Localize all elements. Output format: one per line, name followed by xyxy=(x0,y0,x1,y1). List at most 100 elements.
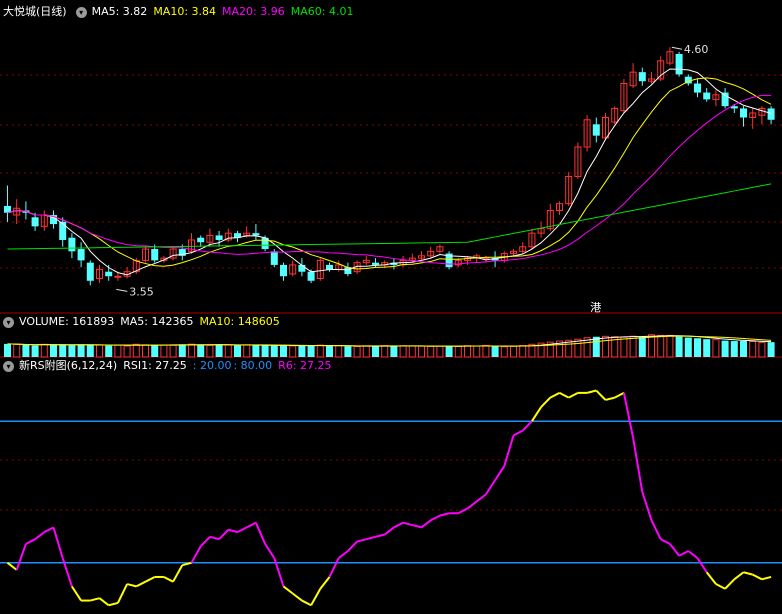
volume-bar xyxy=(123,345,131,358)
volume-bar xyxy=(629,335,637,358)
candle-body xyxy=(592,124,600,136)
rsi-segment xyxy=(356,538,367,543)
rsi-segment xyxy=(228,528,238,534)
volume-bar xyxy=(270,345,278,357)
candle-body xyxy=(307,271,315,281)
volume-bar xyxy=(675,336,683,357)
vol-ma5-value: MA5: 142365 xyxy=(120,315,194,328)
volume-bar xyxy=(638,336,646,357)
volume-bar xyxy=(261,345,269,357)
volume-bar xyxy=(151,344,159,357)
stock-title[interactable]: 大悦城(日线) xyxy=(3,4,67,20)
volume-bar xyxy=(252,345,260,357)
candle-body xyxy=(675,54,683,75)
rsi-segment xyxy=(15,543,27,571)
volume-bar xyxy=(399,345,407,358)
volume-bar xyxy=(114,344,122,358)
rsi-segment xyxy=(254,522,267,545)
candle-body xyxy=(68,237,76,252)
ma20-value: MA20: 3.96 xyxy=(222,5,285,18)
ma10-value: MA10: 3.84 xyxy=(153,5,217,18)
volume-header: ▾ VOLUME: 161893 MA5: 142365 MA10: 14860… xyxy=(0,314,286,330)
volume-bar xyxy=(77,344,85,357)
volume-bar xyxy=(188,343,195,358)
candle-body xyxy=(326,264,333,270)
rsi-segment xyxy=(457,507,468,515)
volume-bar xyxy=(160,344,168,358)
volume-bar xyxy=(224,344,232,358)
volume-bar xyxy=(666,334,674,358)
volume-bar xyxy=(59,344,67,357)
rsi-segment xyxy=(641,491,653,521)
rsi-segment xyxy=(715,583,726,590)
volume-bar xyxy=(344,346,352,357)
rsi-segment xyxy=(752,573,763,581)
rsi-segment xyxy=(531,406,542,422)
rsi-segment xyxy=(135,580,146,588)
chevron-down-icon[interactable]: ▾ xyxy=(75,6,87,18)
volume-bar xyxy=(620,336,628,358)
volume-bar xyxy=(31,345,39,357)
volume-bar xyxy=(408,345,416,358)
candle-body xyxy=(280,264,287,277)
volume-bar xyxy=(335,345,343,358)
candle-body xyxy=(703,92,711,100)
volume-bar xyxy=(105,345,113,357)
price-panel[interactable] xyxy=(4,46,775,292)
volume-bar xyxy=(280,345,287,357)
rsi-segment xyxy=(172,564,184,583)
volume-bar xyxy=(22,344,30,357)
ma20-line xyxy=(7,94,772,265)
rsi-segment xyxy=(743,571,753,576)
rsi-segment xyxy=(319,576,331,590)
rsi-segment xyxy=(366,535,376,541)
volume-bar xyxy=(372,346,379,357)
volume-panel[interactable] xyxy=(4,334,775,358)
volume-bar xyxy=(316,344,324,358)
rsi-segment xyxy=(521,420,533,432)
candle-body xyxy=(197,237,205,243)
candle-body xyxy=(86,262,94,281)
volume-bar xyxy=(86,344,94,357)
level80-value: : 80.00 xyxy=(233,359,273,372)
rsi-segment xyxy=(669,543,680,557)
volume-bar xyxy=(307,345,315,357)
rsi-segment xyxy=(71,585,82,602)
candle-body xyxy=(767,108,775,120)
rsi-segment xyxy=(687,550,699,559)
volume-bar xyxy=(13,343,21,358)
volume-bar xyxy=(767,342,775,357)
rsi-segment xyxy=(476,493,487,503)
volume-bar xyxy=(473,345,481,358)
price-header: 大悦城(日线) ▾ MA5: 3.82 MA10: 3.84 MA20: 3.9… xyxy=(0,4,359,20)
rsi-segment xyxy=(586,389,597,394)
rsi-segment xyxy=(660,538,671,545)
rsi-segment xyxy=(733,571,745,581)
rsi-segment xyxy=(98,597,110,607)
rsi-title: 新RS附图(6,12,24) xyxy=(19,359,118,372)
rsi-segment xyxy=(614,391,625,399)
min-pointer xyxy=(116,288,128,292)
chevron-down-icon[interactable]: ▾ xyxy=(3,360,14,372)
candle-body xyxy=(372,262,379,265)
rsi-panel[interactable] xyxy=(0,389,782,607)
volume-bar xyxy=(206,344,214,358)
volume-value: VOLUME: 161893 xyxy=(19,315,115,328)
candle-body xyxy=(721,92,729,107)
candle-body xyxy=(252,233,260,236)
volume-bar xyxy=(353,346,361,358)
rsi1-value: RSI1: 27.25 xyxy=(123,359,187,372)
candle-body xyxy=(270,251,278,265)
rsi-segment xyxy=(264,543,276,559)
volume-bar xyxy=(326,346,333,357)
chevron-down-icon[interactable]: ▾ xyxy=(3,316,14,328)
volume-bar xyxy=(178,344,186,357)
candle-body xyxy=(114,275,122,278)
candle-body xyxy=(59,221,67,240)
rsi-segment xyxy=(190,545,202,564)
rsi-segment xyxy=(402,521,413,527)
ma10-line xyxy=(7,77,772,270)
volume-bar xyxy=(289,345,297,358)
rsi-segment xyxy=(246,521,257,529)
volume-bar xyxy=(592,336,600,357)
